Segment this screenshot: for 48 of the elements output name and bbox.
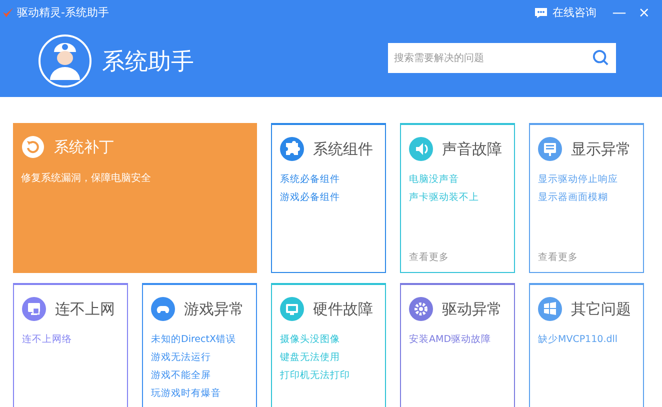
issue-link[interactable]: 系统必备组件 <box>280 173 377 186</box>
card-title: 系统组件 <box>313 140 373 158</box>
logo-icon <box>2 6 14 18</box>
issue-link[interactable]: 游戏不能全屏 <box>151 369 248 382</box>
category-icon <box>151 297 175 321</box>
issue-link[interactable]: 未知的DirectX错误 <box>151 333 248 346</box>
category-icon <box>409 137 433 161</box>
card-title: 系统补丁 <box>54 138 114 156</box>
issue-link[interactable]: 显示器画面模糊 <box>538 191 635 204</box>
search-icon[interactable] <box>592 49 609 66</box>
card-title: 其它问题 <box>571 300 631 318</box>
card-title: 显示异常 <box>571 140 631 158</box>
card-title: 驱动异常 <box>442 300 502 318</box>
more-link[interactable]: 查看更多 <box>409 251 506 264</box>
category-icon <box>409 297 433 321</box>
consult-link[interactable]: 在线咨询 <box>552 5 596 20</box>
close-button[interactable]: × <box>632 4 656 20</box>
issue-link[interactable]: 电脑没声音 <box>409 173 506 186</box>
more-link[interactable]: 查看更多 <box>538 251 635 264</box>
window-title: 驱动精灵-系统助手 <box>17 5 109 20</box>
category-icon <box>538 297 562 321</box>
search-field[interactable]: 搜索需要解决的问题 <box>388 43 616 73</box>
issue-link[interactable]: 安装AMD驱动故障 <box>409 333 506 346</box>
card-title: 声音故障 <box>442 140 502 158</box>
issue-link[interactable]: 缺少MVCP110.dll <box>538 333 635 346</box>
issue-link[interactable]: 连不上网络 <box>22 333 119 346</box>
issue-link[interactable]: 游戏必备组件 <box>280 191 377 204</box>
issue-link[interactable]: 声卡驱动装不上 <box>409 191 506 204</box>
category-icon <box>22 297 46 321</box>
issue-link[interactable]: 玩游戏时有爆音 <box>151 387 248 400</box>
category-icon <box>280 137 304 161</box>
patch-card[interactable]: 系统补丁 修复系统漏洞，保障电脑安全 <box>13 123 257 273</box>
card-title: 连不上网 <box>55 300 115 318</box>
category-icon <box>538 137 562 161</box>
issue-link[interactable]: 打印机无法打印 <box>280 369 377 382</box>
card-title: 游戏异常 <box>184 300 244 318</box>
issue-link[interactable]: 摄像头没图像 <box>280 333 377 346</box>
app-title: 系统助手 <box>102 48 194 76</box>
chat-icon[interactable] <box>534 6 548 18</box>
refresh-icon <box>21 135 45 159</box>
issue-link[interactable]: 游戏无法运行 <box>151 351 248 364</box>
card-description: 修复系统漏洞，保障电脑安全 <box>21 172 152 185</box>
issue-link[interactable]: 显示驱动停止响应 <box>538 173 635 186</box>
card-title: 硬件故障 <box>313 300 373 318</box>
minimize-button[interactable]: — <box>606 4 632 20</box>
category-icon <box>280 297 304 321</box>
doctor-avatar-icon <box>38 34 92 88</box>
issue-link[interactable]: 键盘无法使用 <box>280 351 377 364</box>
